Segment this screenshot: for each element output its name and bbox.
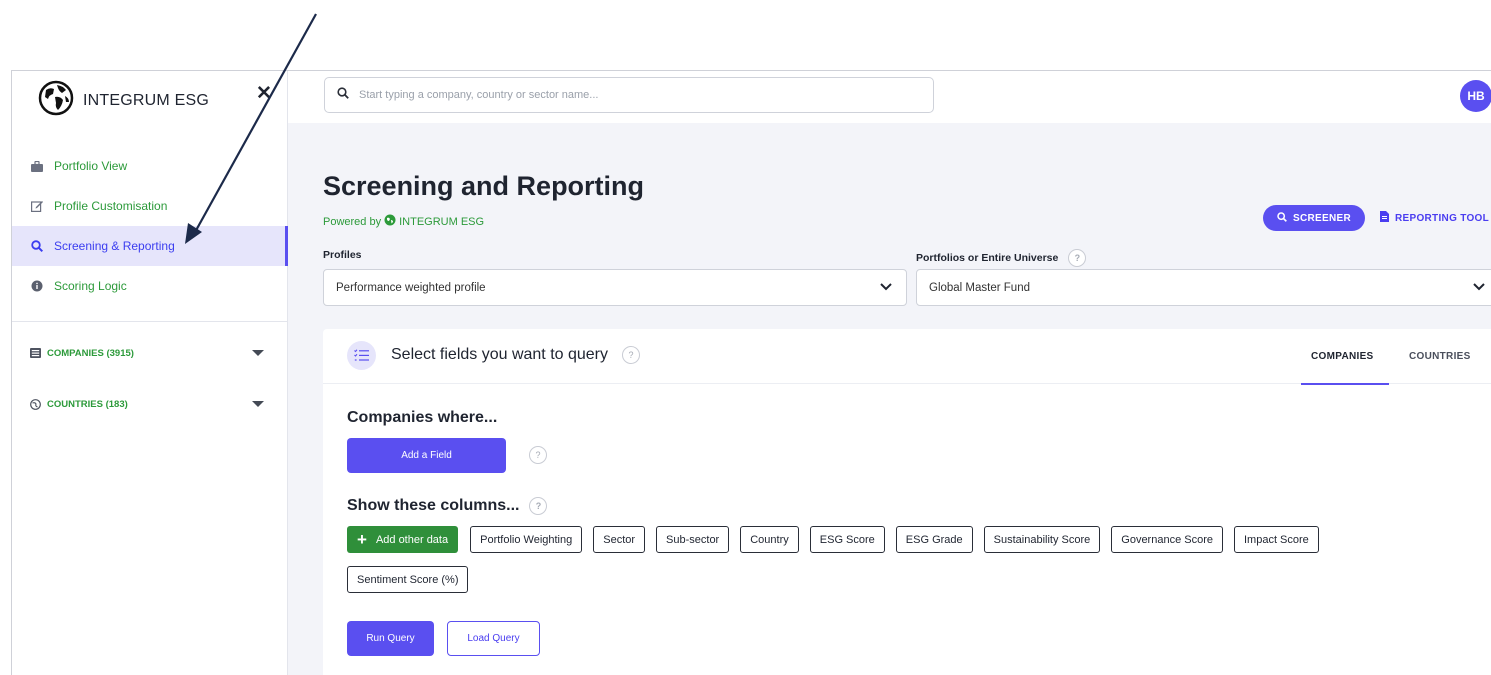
brand[interactable]: INTEGRUM ESG bbox=[38, 80, 209, 121]
caret-down-icon[interactable] bbox=[252, 350, 264, 356]
close-sidebar-icon[interactable]: ✕ bbox=[256, 84, 272, 103]
reporting-tool-label: REPORTING TOOL bbox=[1395, 212, 1490, 224]
sidebar-item-portfolio-view[interactable]: Portfolio View bbox=[12, 146, 288, 186]
profiles-select[interactable]: Performance weighted profile bbox=[323, 269, 907, 306]
chip-row: + Add other data Portfolio Weighting Sec… bbox=[347, 526, 1330, 553]
portfolios-label-text: Portfolios or Entire Universe bbox=[916, 252, 1059, 264]
powered-by: Powered by INTEGRUM ESG bbox=[323, 214, 484, 229]
tab-companies[interactable]: COMPANIES bbox=[1301, 351, 1389, 385]
screener-button[interactable]: SCREENER bbox=[1263, 205, 1365, 231]
powered-by-prefix: Powered by bbox=[323, 215, 382, 228]
query-card-header: Select fields you want to query ? COMPAN… bbox=[323, 329, 1491, 385]
global-search[interactable] bbox=[324, 77, 934, 113]
column-chip-country[interactable]: Country bbox=[740, 526, 799, 553]
portfolios-selected-value: Global Master Fund bbox=[929, 281, 1030, 294]
chip-row: Sentiment Score (%) bbox=[347, 566, 479, 593]
sidebar-item-label: Scoring Logic bbox=[54, 279, 127, 293]
help-icon[interactable]: ? bbox=[622, 346, 641, 364]
file-icon bbox=[1380, 211, 1389, 225]
plus-icon: + bbox=[357, 530, 367, 549]
sidebar-nav: Portfolio View Profile Customisation Scr… bbox=[12, 146, 288, 306]
topbar: HB bbox=[288, 71, 1491, 123]
sidebar-divider bbox=[12, 321, 288, 322]
query-builder-card: Select fields you want to query ? COMPAN… bbox=[323, 329, 1491, 675]
sidebar-item-scoring-logic[interactable]: Scoring Logic bbox=[12, 266, 288, 306]
column-chip-sub-sector[interactable]: Sub-sector bbox=[656, 526, 730, 553]
screener-label: SCREENER bbox=[1293, 212, 1351, 224]
companies-where-heading: Companies where... bbox=[347, 409, 498, 426]
search-icon bbox=[337, 86, 349, 104]
brand-name: INTEGRUM ESG bbox=[83, 91, 209, 109]
show-columns-text: Show these columns... bbox=[347, 497, 520, 514]
page-title: Screening and Reporting bbox=[323, 171, 645, 201]
search-icon bbox=[30, 239, 44, 253]
chevron-down-icon bbox=[1473, 282, 1485, 294]
screenshot-stage: INTEGRUM ESG ✕ Portfolio View Profile Cu… bbox=[0, 0, 1491, 675]
info-icon bbox=[30, 279, 44, 293]
run-query-button[interactable]: Run Query bbox=[347, 621, 434, 656]
add-other-data-label: Add other data bbox=[375, 533, 449, 546]
building-icon bbox=[30, 348, 41, 359]
search-icon bbox=[1277, 211, 1287, 225]
caret-down-icon[interactable] bbox=[252, 401, 264, 407]
help-icon[interactable]: ? bbox=[1068, 249, 1087, 267]
add-other-data-button[interactable]: + Add other data bbox=[347, 526, 459, 553]
sidebar-item-label: Portfolio View bbox=[54, 159, 128, 173]
reporting-tool-button[interactable]: REPORTING TOOL bbox=[1380, 205, 1489, 231]
column-chip-esg-grade[interactable]: ESG Grade bbox=[895, 526, 973, 553]
sidebar-group-label: COMPANIES (3915) bbox=[47, 348, 134, 359]
sidebar-item-screening-reporting[interactable]: Screening & Reporting bbox=[12, 226, 288, 266]
portfolios-label: Portfolios or Entire Universe ? bbox=[916, 249, 1087, 267]
add-field-button[interactable]: Add a Field bbox=[347, 438, 506, 473]
query-card-title: Select fields you want to query ? bbox=[391, 346, 641, 364]
powered-by-brand: INTEGRUM ESG bbox=[399, 215, 485, 228]
column-chip-sustainability-score[interactable]: Sustainability Score bbox=[983, 526, 1101, 553]
sidebar-group-companies[interactable]: COMPANIES (3915) bbox=[30, 348, 270, 359]
user-avatar[interactable]: HB bbox=[1460, 80, 1491, 112]
show-columns-heading: Show these columns... ? bbox=[347, 497, 548, 515]
chevron-down-icon bbox=[880, 282, 892, 294]
help-icon[interactable]: ? bbox=[529, 497, 548, 515]
app-window: INTEGRUM ESG ✕ Portfolio View Profile Cu… bbox=[11, 70, 1491, 675]
column-chip-sector[interactable]: Sector bbox=[593, 526, 646, 553]
load-query-button[interactable]: Load Query bbox=[447, 621, 540, 656]
profiles-selected-value: Performance weighted profile bbox=[336, 281, 486, 294]
briefcase-icon bbox=[30, 159, 44, 173]
globe-logo-icon bbox=[38, 80, 74, 121]
sidebar-item-profile-customisation[interactable]: Profile Customisation bbox=[12, 186, 288, 226]
column-chip-esg-score[interactable]: ESG Score bbox=[809, 526, 885, 553]
sidebar: INTEGRUM ESG ✕ Portfolio View Profile Cu… bbox=[12, 71, 288, 675]
globe-icon bbox=[30, 399, 41, 410]
sidebar-item-label: Profile Customisation bbox=[54, 199, 168, 213]
column-chip-sentiment-score[interactable]: Sentiment Score (%) bbox=[347, 566, 469, 593]
profiles-label: Profiles bbox=[323, 249, 362, 261]
portfolios-select[interactable]: Global Master Fund bbox=[916, 269, 1491, 306]
list-check-icon bbox=[347, 341, 376, 370]
sidebar-group-label: COUNTRIES (183) bbox=[47, 399, 128, 410]
query-card-title-text: Select fields you want to query bbox=[391, 346, 609, 363]
help-icon[interactable]: ? bbox=[529, 446, 547, 464]
search-input[interactable] bbox=[359, 89, 919, 101]
column-chip-impact-score[interactable]: Impact Score bbox=[1233, 526, 1319, 553]
main-content: Screening and Reporting Powered by INTEG… bbox=[288, 123, 1491, 675]
tab-countries[interactable]: COUNTRIES bbox=[1409, 351, 1471, 362]
edit-icon bbox=[30, 199, 44, 213]
sidebar-item-label: Screening & Reporting bbox=[54, 239, 175, 253]
column-chip-portfolio-weighting[interactable]: Portfolio Weighting bbox=[470, 526, 583, 553]
column-chip-governance-score[interactable]: Governance Score bbox=[1111, 526, 1223, 553]
green-globe-icon bbox=[384, 214, 396, 229]
sidebar-group-countries[interactable]: COUNTRIES (183) bbox=[30, 399, 270, 410]
